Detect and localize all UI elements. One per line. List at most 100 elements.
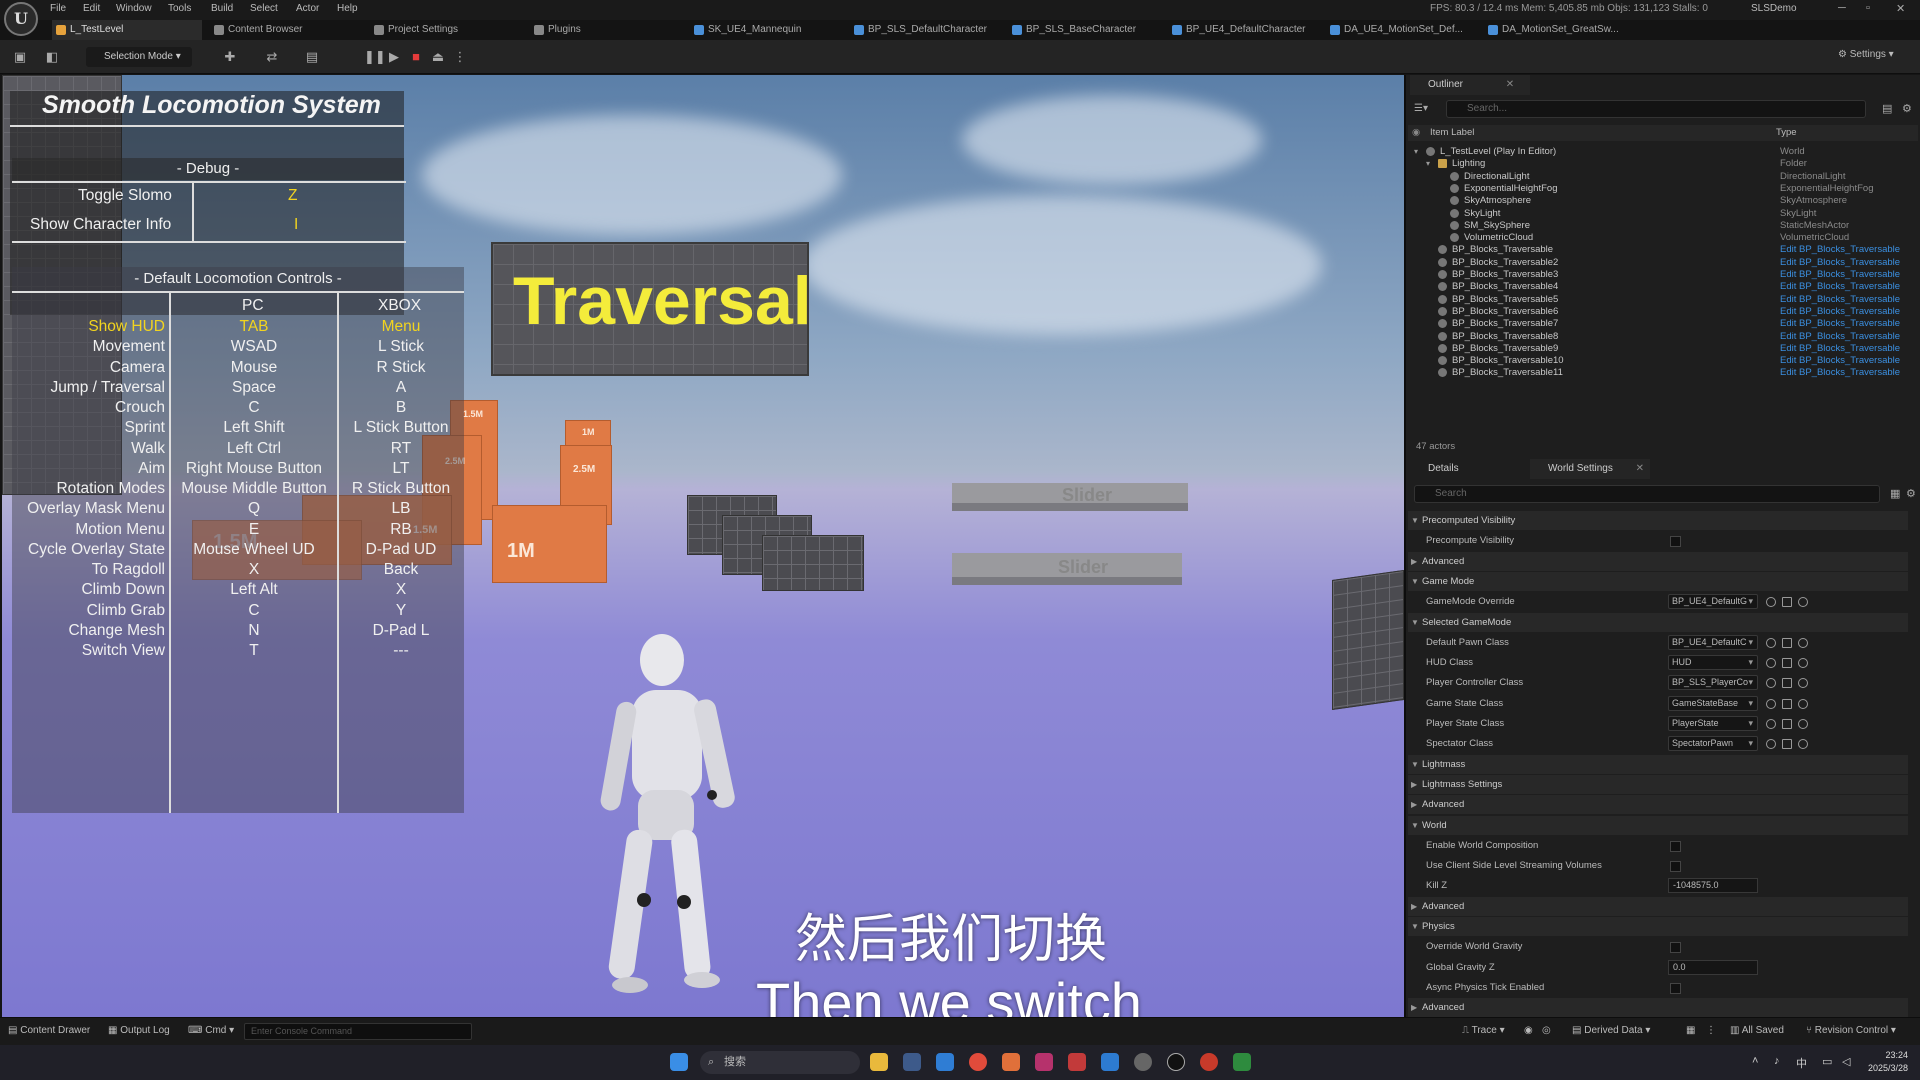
expand-arrow-icon[interactable]: ▶ <box>1411 775 1417 794</box>
gear-icon[interactable]: ⚙ <box>1902 102 1912 115</box>
chrome-icon[interactable] <box>969 1053 987 1071</box>
content-icon[interactable]: ◧ <box>44 49 60 65</box>
app-icon[interactable] <box>1002 1053 1020 1071</box>
browse-icon[interactable] <box>1782 698 1792 709</box>
use-selected-icon[interactable] <box>1766 739 1776 750</box>
browse-icon[interactable] <box>1782 658 1792 669</box>
steam-icon[interactable] <box>903 1053 921 1071</box>
property-class-dropdown[interactable]: BP_UE4_DefaultC ▾ <box>1668 634 1758 650</box>
use-selected-icon[interactable] <box>1766 719 1776 729</box>
browse-icon[interactable] <box>1782 637 1792 648</box>
app-icon[interactable] <box>936 1053 954 1071</box>
console-input[interactable]: Enter Console Command <box>244 1023 472 1040</box>
column-item-label[interactable]: Item Label <box>1430 125 1474 141</box>
filter-icon[interactable]: ☰▾ <box>1414 103 1428 114</box>
unreal-engine-icon[interactable] <box>1167 1053 1185 1071</box>
collapse-arrow-icon[interactable]: ▼ <box>1411 511 1419 530</box>
menu-help[interactable]: Help <box>337 3 358 14</box>
visibility-icon[interactable]: ◉ <box>1412 125 1420 141</box>
details-section-header[interactable]: ▶ Advanced <box>1408 896 1908 916</box>
property-class-dropdown[interactable]: SpectatorPawn ▾ <box>1668 736 1758 752</box>
details-section-header[interactable]: ▼ Lightmass <box>1408 754 1908 774</box>
taskbar-clock[interactable]: 23:24 2025/3/28 <box>1868 1049 1908 1075</box>
menu-build[interactable]: Build <box>211 3 233 14</box>
eject-icon[interactable]: ⏏ <box>430 49 446 65</box>
add-folder-icon[interactable]: ▤ <box>1882 102 1892 115</box>
cinematics-icon[interactable]: ▤ <box>304 49 320 65</box>
browse-icon[interactable] <box>1782 719 1792 729</box>
property-class-dropdown[interactable]: PlayerState ▾ <box>1668 716 1758 731</box>
grid-view-icon[interactable]: ▦ <box>1890 487 1900 500</box>
menu-file[interactable]: File <box>50 3 66 14</box>
revision-control-button[interactable]: ⑂ Revision Control ▾ <box>1806 1025 1896 1036</box>
tab-sls-base-character[interactable]: BP_SLS_BaseCharacter <box>1008 20 1168 40</box>
details-section-header[interactable]: ▼ Selected GameMode <box>1408 612 1908 632</box>
more-options-icon[interactable]: ⋮ <box>1706 1025 1716 1036</box>
menu-actor[interactable]: Actor <box>296 3 319 14</box>
details-section-header[interactable]: ▶ Lightmass Settings <box>1408 774 1908 794</box>
menu-window[interactable]: Window <box>116 3 152 14</box>
use-selected-icon[interactable] <box>1766 597 1776 608</box>
property-checkbox[interactable] <box>1670 942 1681 954</box>
menu-tools[interactable]: Tools <box>168 3 191 14</box>
add-actor-icon[interactable]: ✚ <box>222 49 238 65</box>
details-search-input[interactable]: Search <box>1414 485 1880 503</box>
close-icon[interactable]: ✕ <box>1636 463 1644 474</box>
browse-icon[interactable] <box>1782 597 1792 608</box>
tab-outliner[interactable]: Outliner ✕ <box>1410 75 1530 95</box>
app-icon[interactable] <box>1035 1053 1053 1071</box>
pause-icon[interactable]: ❚❚ <box>364 49 386 65</box>
reset-icon[interactable] <box>1798 719 1808 729</box>
details-section-header[interactable]: ▼ Game Mode <box>1408 571 1908 591</box>
outliner-row[interactable]: BP_Blocks_Traversable11 Edit BP_Blocks_Tr… <box>1408 365 1908 380</box>
reset-icon[interactable] <box>1798 658 1808 669</box>
file-explorer-icon[interactable] <box>870 1053 888 1071</box>
vscode-icon[interactable] <box>1101 1053 1119 1071</box>
tab-world-settings[interactable]: World Settings ✕ <box>1530 459 1650 479</box>
tab-level[interactable]: L_TestLevel <box>52 20 202 40</box>
app-icon[interactable] <box>1200 1053 1218 1071</box>
tab-details[interactable]: Details <box>1410 459 1520 479</box>
tray-chevron-icon[interactable]: ˄ <box>1752 1055 1758 1067</box>
property-class-dropdown[interactable]: GameStateBase ▾ <box>1668 695 1758 711</box>
settings-button[interactable]: ⚙ Settings ▾ <box>1838 49 1894 60</box>
step-icon[interactable]: ▶ <box>386 49 402 65</box>
record-icon[interactable]: ◉ <box>1524 1025 1533 1036</box>
property-class-dropdown[interactable]: BP_UE4_DefaultG ▾ <box>1668 594 1758 610</box>
reset-icon[interactable] <box>1798 637 1808 648</box>
collapse-arrow-icon[interactable]: ▼ <box>1411 572 1419 591</box>
tab-project-settings[interactable]: Project Settings <box>370 20 520 40</box>
reset-icon[interactable] <box>1798 698 1808 709</box>
outliner-search-input[interactable]: Search... <box>1446 100 1866 118</box>
details-section-header[interactable]: ▶ Advanced <box>1408 998 1908 1018</box>
volume-icon[interactable]: ◁ <box>1842 1055 1850 1068</box>
windows-start-icon[interactable] <box>670 1053 688 1071</box>
reset-icon[interactable] <box>1798 597 1808 608</box>
derived-data-button[interactable]: ▤ Derived Data ▾ <box>1572 1025 1650 1036</box>
selection-mode-dropdown[interactable]: Selection Mode ▾ <box>86 47 192 67</box>
column-type[interactable]: Type <box>1776 125 1797 141</box>
trace-button[interactable]: ⎍ Trace ▾ <box>1462 1025 1505 1036</box>
use-selected-icon[interactable] <box>1766 698 1776 709</box>
property-checkbox[interactable] <box>1670 840 1681 852</box>
details-section-header[interactable]: ▼ Physics <box>1408 917 1908 936</box>
reset-icon[interactable] <box>1798 678 1808 689</box>
tab-plugins[interactable]: Plugins <box>530 20 680 40</box>
tab-ue4-default-character[interactable]: BP_UE4_DefaultCharacter <box>1168 20 1328 40</box>
taskbar-search-input[interactable]: ⌕ 搜索 <box>700 1051 860 1074</box>
source-control-icon[interactable]: ▦ <box>1686 1025 1695 1036</box>
tab-motionset-default[interactable]: DA_UE4_MotionSet_Def... <box>1326 20 1486 40</box>
unreal-logo-icon[interactable]: U <box>4 2 38 36</box>
output-log-button[interactable]: ▦ Output Log <box>108 1025 170 1036</box>
property-class-dropdown[interactable]: HUD ▾ <box>1668 655 1758 671</box>
details-section-header[interactable]: ▼ Precomputed Visibility <box>1408 511 1908 530</box>
close-icon[interactable]: ✕ <box>1506 79 1514 90</box>
expand-arrow-icon[interactable]: ▶ <box>1411 795 1417 814</box>
use-selected-icon[interactable] <box>1766 658 1776 669</box>
more-options-icon[interactable]: ⋮ <box>452 49 468 65</box>
property-checkbox[interactable] <box>1670 982 1681 994</box>
use-selected-icon[interactable] <box>1766 678 1776 689</box>
content-drawer-button[interactable]: ▤ Content Drawer <box>8 1025 90 1036</box>
collapse-arrow-icon[interactable]: ▼ <box>1411 613 1419 632</box>
blueprint-menu-icon[interactable]: ⇄ <box>264 49 280 65</box>
